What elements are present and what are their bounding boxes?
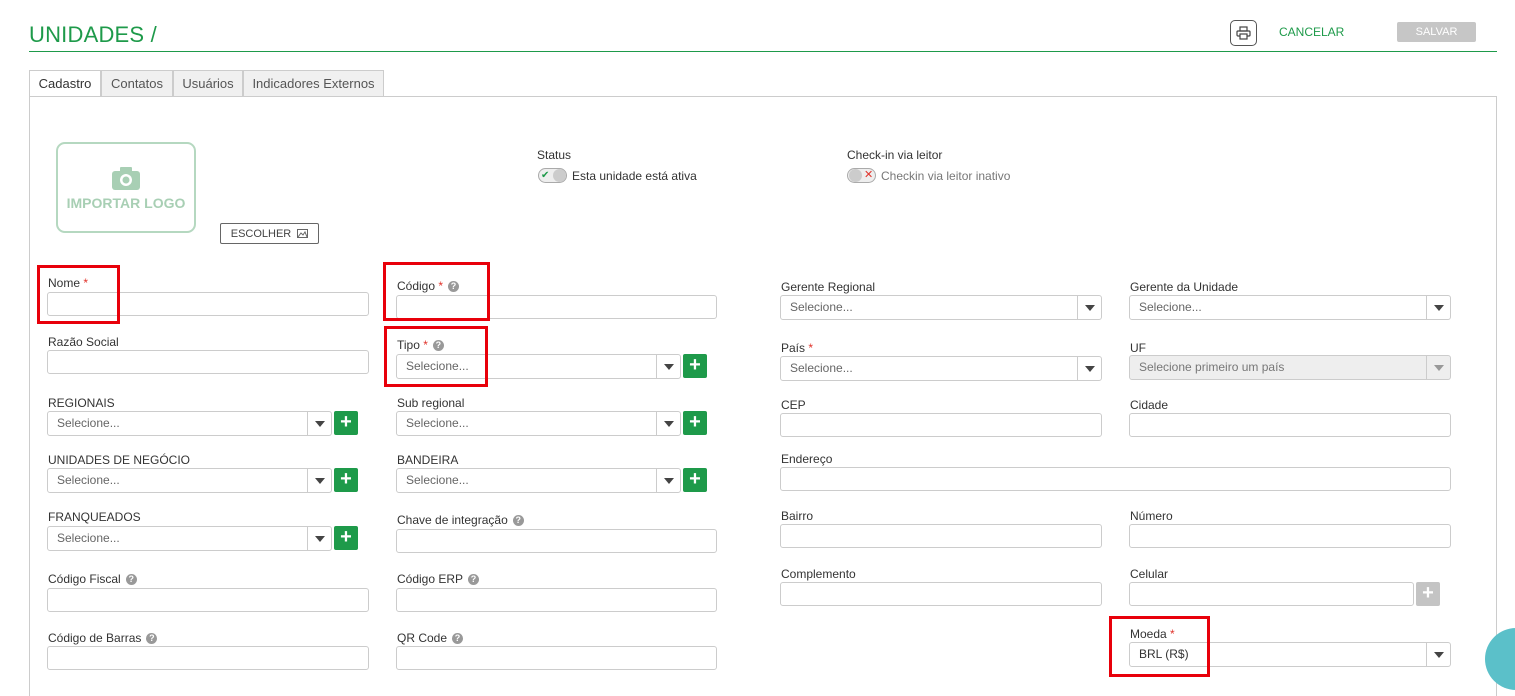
pais-select[interactable]: Selecione... [780, 356, 1102, 381]
chevron-down-icon [656, 355, 680, 378]
codigo-barras-input[interactable] [47, 646, 369, 670]
chevron-down-icon [1426, 356, 1450, 379]
cep-input[interactable] [780, 413, 1102, 437]
uf-label: UF [1130, 341, 1146, 355]
gerente-unidade-select[interactable]: Selecione... [1129, 295, 1451, 320]
franqueados-select[interactable]: Selecione... [47, 526, 332, 551]
chevron-down-icon [656, 469, 680, 492]
choose-logo-button[interactable]: ESCOLHER [220, 223, 319, 244]
cidade-label: Cidade [1130, 398, 1169, 412]
title-divider [29, 51, 1497, 52]
numero-input[interactable] [1129, 524, 1451, 548]
regionais-select[interactable]: Selecione... [47, 411, 332, 436]
choose-label: ESCOLHER [230, 227, 292, 240]
camera-icon [112, 166, 140, 190]
chave-integracao-input[interactable] [396, 529, 717, 553]
add-regional-button[interactable]: + [334, 411, 358, 435]
tab-indicadores-externos[interactable]: Indicadores Externos [243, 70, 384, 97]
regionais-label: REGIONAIS [48, 396, 115, 410]
tab-cadastro[interactable]: Cadastro [29, 70, 101, 97]
chevron-down-icon [1077, 357, 1101, 380]
chevron-down-icon [307, 469, 331, 492]
cep-label: CEP [781, 398, 806, 412]
razao-social-input[interactable] [47, 350, 369, 374]
highlight-box-tipo [384, 326, 488, 387]
complemento-label: Complemento [781, 567, 856, 581]
import-logo-area[interactable]: IMPORTAR LOGO [56, 142, 196, 233]
help-icon[interactable]: ? [146, 633, 158, 645]
add-unidade-negocio-button[interactable]: + [334, 468, 358, 492]
check-icon: ✔ [541, 170, 550, 181]
complemento-input[interactable] [780, 582, 1102, 606]
codigo-barras-label: Código de Barras? [48, 631, 158, 645]
endereco-input[interactable] [780, 467, 1451, 491]
gerente-regional-label: Gerente Regional [781, 280, 876, 294]
codigo-erp-input[interactable] [396, 588, 717, 612]
unidades-negocio-select[interactable]: Selecione... [47, 468, 332, 493]
chevron-down-icon [1426, 643, 1450, 666]
status-toggle[interactable]: ✔ [538, 168, 567, 183]
chevron-down-icon [307, 412, 331, 435]
razao-social-label: Razão Social [48, 335, 119, 349]
bandeira-select[interactable]: Selecione... [396, 468, 681, 493]
print-button[interactable] [1230, 20, 1257, 46]
checkin-text: Checkin via leitor inativo [881, 169, 1011, 183]
status-text: Esta unidade está ativa [572, 169, 697, 183]
save-button[interactable]: SALVAR [1397, 22, 1476, 42]
add-franqueado-button[interactable]: + [334, 526, 358, 550]
image-icon [297, 229, 309, 238]
add-bandeira-button[interactable]: + [683, 468, 707, 492]
cidade-input[interactable] [1129, 413, 1451, 437]
codigo-erp-label: Código ERP? [397, 572, 480, 586]
endereco-label: Endereço [781, 452, 833, 466]
gerente-regional-select[interactable]: Selecione... [780, 295, 1102, 320]
toggle-knob [553, 169, 566, 182]
gerente-unidade-label: Gerente da Unidade [1130, 280, 1239, 294]
help-icon[interactable]: ? [512, 515, 524, 527]
sub-regional-select[interactable]: Selecione... [396, 411, 681, 436]
add-tipo-button[interactable]: + [683, 354, 707, 378]
checkin-label: Check-in via leitor [847, 148, 943, 162]
tab-usuarios[interactable]: Usuários [173, 70, 243, 97]
printer-icon [1236, 26, 1251, 40]
codigo-fiscal-input[interactable] [47, 588, 369, 612]
status-label: Status [537, 148, 572, 162]
unidades-negocio-label: UNIDADES DE NEGÓCIO [48, 453, 191, 467]
import-logo-label: IMPORTAR LOGO [66, 194, 186, 211]
highlight-box-codigo [383, 262, 490, 321]
page-title: UNIDADES / [29, 22, 157, 47]
celular-label: Celular [1130, 567, 1169, 581]
add-sub-regional-button[interactable]: + [683, 411, 707, 435]
celular-input[interactable] [1129, 582, 1414, 606]
chevron-down-icon [1426, 296, 1450, 319]
help-icon[interactable]: ? [468, 574, 480, 586]
sub-regional-label: Sub regional [397, 396, 465, 410]
qr-code-input[interactable] [396, 646, 717, 670]
franqueados-label: FRANQUEADOS [48, 510, 141, 524]
chevron-down-icon [307, 527, 331, 550]
uf-select[interactable]: Selecione primeiro um país [1129, 355, 1451, 380]
numero-label: Número [1130, 509, 1173, 523]
qr-code-label: QR Code? [397, 631, 464, 645]
tab-contatos[interactable]: Contatos [101, 70, 173, 97]
chave-integracao-label: Chave de integração? [397, 513, 524, 527]
close-icon: ✕ [864, 169, 874, 181]
help-icon[interactable]: ? [125, 574, 137, 586]
highlight-box-moeda [1109, 616, 1210, 677]
cancel-button[interactable]: CANCELAR [1279, 25, 1344, 39]
bandeira-label: BANDEIRA [397, 453, 459, 467]
help-icon[interactable]: ? [452, 633, 464, 645]
chevron-down-icon [656, 412, 680, 435]
chevron-down-icon [1077, 296, 1101, 319]
add-celular-button[interactable]: + [1416, 582, 1440, 606]
pais-label: País * [781, 341, 814, 355]
checkin-toggle[interactable]: ✕ [847, 168, 876, 183]
toggle-knob [849, 169, 862, 182]
highlight-box-nome [37, 265, 120, 324]
bairro-input[interactable] [780, 524, 1102, 548]
codigo-fiscal-label: Código Fiscal? [48, 572, 137, 586]
bairro-label: Bairro [781, 509, 814, 523]
